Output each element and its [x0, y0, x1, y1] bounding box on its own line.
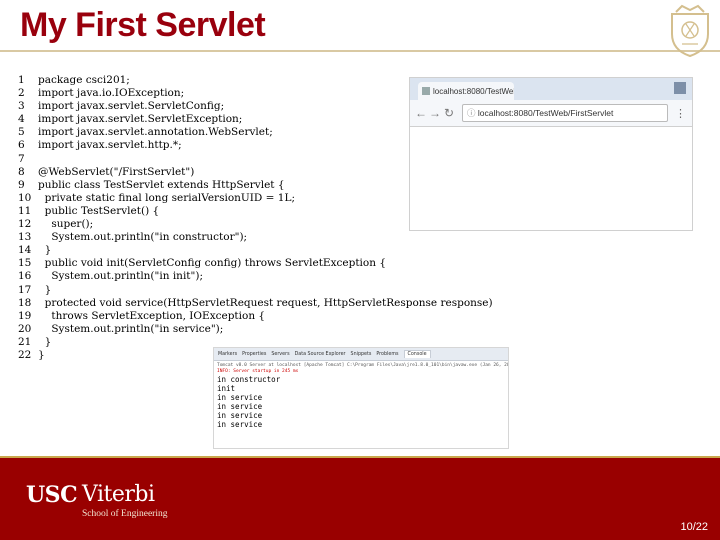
- code-text: }: [38, 283, 52, 296]
- line-number: 19: [18, 309, 32, 322]
- code-text: protected void service(HttpServletReques…: [38, 296, 493, 309]
- code-text: }: [38, 335, 52, 348]
- code-text: import javax.servlet.ServletConfig;: [38, 100, 225, 113]
- line-number: 20: [18, 322, 32, 335]
- info-icon: ⓘ: [467, 108, 478, 118]
- line-number: 9: [18, 178, 25, 191]
- code-text: private static final long serialVersionU…: [38, 191, 295, 204]
- code-text: }: [38, 244, 52, 257]
- browser-tab-title: localhost:8080/TestWeb/: [433, 86, 514, 96]
- back-arrow-icon[interactable]: ←: [414, 106, 428, 120]
- console-output-line: in service: [217, 411, 263, 420]
- console-panel: Markers Properties Servers Data Source Expl…: [214, 348, 508, 448]
- browser-toolbar: ← → ↻ ⓘ localhost:8080/TestWeb/FirstServ…: [410, 100, 692, 127]
- console-tab-console[interactable]: Console: [403, 350, 431, 358]
- console-output-line: in service: [217, 393, 263, 402]
- line-number: 22: [18, 348, 32, 361]
- line-number: 8: [18, 165, 25, 178]
- school-of-engineering-label: School of Engineering: [82, 509, 168, 519]
- line-number: 15: [18, 257, 32, 270]
- console-tab-bar: Markers Properties Servers Data Source Expl…: [214, 348, 508, 361]
- usc-logo: USC: [26, 482, 78, 508]
- browser-tab-bar: localhost:8080/TestWeb/ ×: [410, 78, 692, 100]
- code-text: }: [38, 348, 45, 361]
- console-tab-snippets[interactable]: Snippets: [351, 352, 372, 357]
- browser-tab[interactable]: localhost:8080/TestWeb/ ×: [418, 82, 514, 100]
- code-line: 19 throws ServletException, IOException …: [18, 310, 493, 323]
- console-output-line: in constructor: [217, 375, 281, 384]
- code-line: 14 }: [18, 244, 493, 257]
- line-number: 21: [18, 335, 32, 348]
- line-number: 12: [18, 218, 32, 231]
- slide-title: My First Servlet: [20, 6, 266, 44]
- console-tab-properties[interactable]: Properties: [242, 352, 266, 357]
- code-text: throws ServletException, IOException {: [38, 309, 266, 322]
- line-number: 2: [18, 87, 25, 100]
- code-text: package csci201;: [38, 74, 130, 86]
- line-number: 14: [18, 244, 32, 257]
- code-text: super();: [38, 218, 94, 231]
- code-line: 20 System.out.println("in service");: [18, 323, 493, 336]
- line-number: 17: [18, 283, 32, 296]
- console-output-line: in service: [217, 420, 263, 429]
- address-bar-url: localhost:8080/TestWeb/FirstServlet: [477, 108, 614, 118]
- code-text: import javax.servlet.http.*;: [38, 139, 182, 152]
- reload-icon[interactable]: ↻: [442, 106, 456, 120]
- line-number: 7: [18, 152, 25, 165]
- line-number: 4: [18, 113, 25, 126]
- console-tab-data-source-explorer[interactable]: Data Source Explorer: [295, 352, 346, 357]
- code-text: public TestServlet() {: [38, 204, 160, 217]
- code-text: System.out.println("in constructor");: [38, 231, 248, 244]
- line-number: 5: [18, 126, 25, 139]
- code-text: import javax.servlet.ServletException;: [38, 113, 243, 126]
- line-number: 1: [18, 74, 25, 86]
- line-number: 3: [18, 100, 25, 113]
- code-line: 13 System.out.println("in constructor");: [18, 231, 493, 244]
- code-line: 16 System.out.println("in init");: [18, 270, 493, 283]
- console-tab-problems[interactable]: Problems: [376, 352, 398, 357]
- code-text: import java.io.IOException;: [38, 87, 185, 100]
- line-number: 6: [18, 139, 25, 152]
- code-line: 18 protected void service(HttpServletReq…: [18, 297, 493, 310]
- line-number: 11: [18, 204, 32, 217]
- line-number: 10: [18, 191, 32, 204]
- viterbi-logo: Viterbi: [82, 482, 155, 507]
- console-output-line: init: [217, 384, 236, 393]
- slide-number: 10/22: [680, 521, 708, 533]
- code-line: 21 }: [18, 336, 493, 349]
- forward-arrow-icon[interactable]: →: [428, 106, 442, 120]
- code-text: import javax.servlet.annotation.WebServl…: [38, 126, 273, 139]
- code-line: 17 }: [18, 284, 493, 297]
- line-number: 16: [18, 270, 32, 283]
- console-output-line: in service: [217, 402, 263, 411]
- code-text: System.out.println("in init");: [38, 270, 203, 283]
- code-text: public class TestServlet extends HttpSer…: [38, 178, 285, 191]
- address-bar[interactable]: ⓘ localhost:8080/TestWeb/FirstServlet: [462, 104, 668, 122]
- usc-seal-icon: [671, 4, 709, 58]
- console-output: in constructor init in service in service in…: [217, 375, 505, 429]
- favicon-icon: [422, 87, 430, 95]
- browser-window: localhost:8080/TestWeb/ × ← → ↻ ⓘ localh…: [410, 78, 692, 230]
- line-number: 13: [18, 231, 32, 244]
- title-divider: [0, 50, 720, 52]
- code-text: public void init(ServletConfig config) t…: [38, 257, 387, 270]
- line-number: 18: [18, 296, 32, 309]
- console-body: Tomcat v8.0 Server at localhost [Apache …: [214, 361, 508, 431]
- kebab-menu-icon[interactable]: ⋮: [675, 107, 686, 120]
- code-text: System.out.println("in service");: [38, 322, 224, 335]
- user-icon[interactable]: [674, 82, 686, 94]
- code-text: @WebServlet("/FirstServlet"): [38, 165, 195, 178]
- code-line: 15 public void init(ServletConfig config…: [18, 257, 493, 270]
- console-tab-markers[interactable]: Markers: [218, 352, 237, 357]
- console-tab-servers[interactable]: Servers: [271, 352, 289, 357]
